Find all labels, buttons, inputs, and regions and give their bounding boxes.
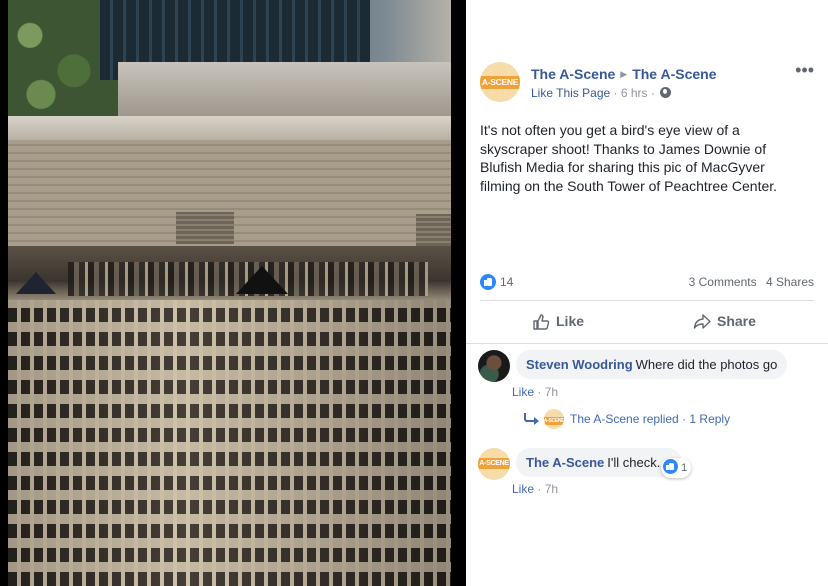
separator-dot: · (534, 482, 545, 496)
commenter-avatar[interactable] (478, 350, 510, 382)
like-this-page-link[interactable]: Like This Page (531, 86, 610, 100)
separator-dot: · (613, 86, 621, 100)
comments-count[interactable]: 3 Comments (689, 275, 757, 289)
like-reaction-icon (663, 459, 678, 474)
separator-dot: · (534, 385, 545, 399)
share-button-label: Share (717, 313, 756, 329)
triangle-right-icon: ▶ (620, 69, 628, 79)
comment-reaction-badge[interactable]: 1 (661, 458, 692, 478)
photo-shading (8, 300, 451, 586)
thumbs-up-icon (533, 314, 550, 330)
comment-like-link[interactable]: Like (512, 385, 534, 399)
post-photo[interactable] (8, 0, 451, 586)
photo-roof (118, 62, 451, 118)
reply-avatar: A-SCENE (544, 409, 564, 429)
like-reaction-icon[interactable] (480, 274, 496, 290)
share-button[interactable]: Share (693, 303, 756, 339)
comment-author[interactable]: The A-Scene (526, 455, 604, 470)
divider (466, 343, 828, 344)
reply-arrow-icon (524, 413, 539, 425)
photo-vent (416, 214, 451, 246)
post-stats: 14 3 Comments 4 Shares (480, 274, 814, 292)
comment-time[interactable]: 7h (545, 482, 558, 496)
like-button[interactable]: Like (532, 303, 584, 339)
share-arrow-icon (693, 314, 711, 329)
post-time[interactable]: 6 hrs (621, 86, 648, 100)
comment-text: Where did the photos go (635, 357, 778, 372)
commenter-avatar-logo: A-SCENE (478, 458, 510, 469)
commenter-avatar[interactable]: A-SCENE (478, 448, 510, 480)
page-name-link[interactable]: The A-Scene (531, 66, 615, 82)
ellipsis-icon[interactable]: ••• (795, 61, 814, 79)
comment-author[interactable]: Steven Woodring (526, 357, 633, 372)
reply-summary-text[interactable]: The A-Scene replied · 1 Reply (570, 412, 730, 426)
post-actions: Like Share (480, 303, 814, 339)
like-button-label: Like (556, 313, 585, 329)
photo-ledge (8, 116, 451, 140)
page-logo: A-SCENE (480, 76, 520, 89)
comment-meta: Like · 7h (512, 482, 558, 496)
post-panel: A-SCENE The A-Scene ▶ The A-Scene Like Thi… (466, 0, 828, 586)
post-author-line: The A-Scene ▶ The A-Scene (531, 66, 716, 82)
comment-time[interactable]: 7h (545, 385, 558, 399)
photo-vent (176, 212, 234, 244)
post-text: It's not often you get a bird's eye view… (480, 122, 778, 194)
reply-avatar-logo: A-SCENE (544, 417, 564, 425)
comment-bubble: Steven Woodring Where did the photos go (516, 350, 788, 379)
globe-icon (660, 87, 672, 98)
divider (480, 300, 814, 301)
comment-text: I'll check. (607, 455, 661, 470)
separator-dot: · (650, 86, 659, 100)
post-subline: Like This Page · 6 hrs · (531, 86, 672, 100)
target-page-link[interactable]: The A-Scene (632, 66, 716, 82)
page-avatar[interactable]: A-SCENE (480, 62, 520, 102)
comment-reaction-count: 1 (681, 462, 688, 474)
comment-meta: Like · 7h (512, 385, 558, 399)
reaction-count[interactable]: 14 (500, 275, 513, 289)
post-counts: 3 Comments 4 Shares (689, 275, 814, 289)
comment-like-link[interactable]: Like (512, 482, 534, 496)
post-header: A-SCENE The A-Scene ▶ The A-Scene Like Thi… (480, 61, 816, 105)
shares-count[interactable]: 4 Shares (766, 275, 814, 289)
comment-bubble: The A-Scene I'll check. (516, 448, 683, 477)
